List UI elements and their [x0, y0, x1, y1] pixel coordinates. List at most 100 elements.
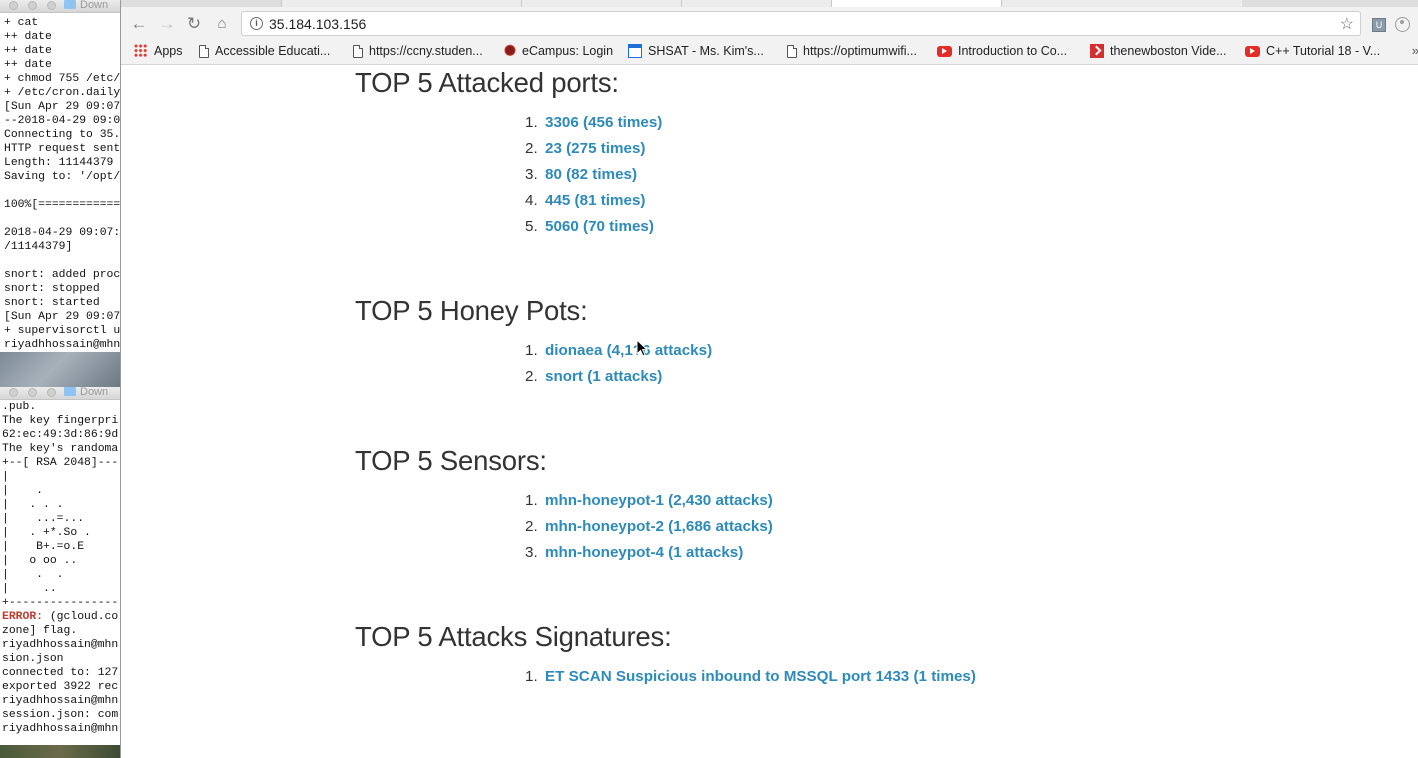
terminal-lines: .pub. The key fingerpri 62:ec:49:3d:86:9d T…: [2, 400, 120, 610]
bookmark-thenewboston[interactable]: thenewboston Vide...: [1090, 44, 1227, 58]
terminal-titlebar[interactable]: Down: [0, 387, 120, 400]
attack-signatures-list: 1. ET SCAN Suspicious inbound to MSSQL po…: [525, 664, 976, 690]
page-content: TOP 5 Attacked ports: 1. 3306 (456 times)…: [121, 65, 1418, 758]
bookmark-cpp-tutorial[interactable]: C++ Tutorial 18 - V...: [1245, 44, 1380, 58]
terminal-line: | ...=...: [2, 513, 85, 525]
section-title-honey-pots: TOP 5 Honey Pots:: [355, 295, 588, 326]
terminal-line: | . . .: [2, 499, 64, 511]
minimize-icon[interactable]: [28, 1, 37, 10]
sensor-link[interactable]: mhn-honeypot-2 (1,686 attacks): [545, 518, 773, 535]
bookmarks-overflow-button[interactable]: »: [1412, 43, 1418, 58]
terminal-window-bottom[interactable]: Down .pub. The key fingerpri 62:ec:49:3d:8…: [0, 387, 120, 745]
zoom-icon[interactable]: [47, 1, 56, 10]
page-icon: [199, 44, 209, 58]
terminal-line: ++ date: [4, 59, 52, 71]
terminal-line: + cat: [4, 17, 39, 29]
browser-toolbar: ← → ↻ ⌂ i 35.184.103.156 ☆ U: [121, 7, 1418, 40]
honeypot-link[interactable]: dionaea (4,1?6 attacks): [545, 342, 712, 359]
info-icon[interactable]: i: [250, 17, 263, 30]
port-link[interactable]: 23 (275 times): [545, 140, 645, 157]
back-arrow-icon[interactable]: ←: [129, 14, 149, 34]
port-link[interactable]: 3306 (456 times): [545, 114, 662, 131]
rank-number: 4.: [525, 192, 538, 209]
star-icon[interactable]: ☆: [1340, 14, 1354, 34]
honeypot-link[interactable]: snort (1 attacks): [545, 368, 662, 385]
rank-number: 1.: [525, 492, 538, 509]
rank-number: 3.: [525, 544, 538, 561]
browser-tab[interactable]: [281, 0, 522, 7]
browser-tab[interactable]: [1001, 0, 1242, 7]
ecampus-icon: [504, 44, 516, 58]
terminal-line: riyadhhossain@mhn: [2, 723, 119, 735]
attacked-ports-list: 1. 3306 (456 times) 2. 23 (275 times) 3. 80…: [525, 110, 662, 240]
list-item: 2. 23 (275 times): [525, 136, 662, 162]
terminal-error-line: ERROR: (gcloud.co: [2, 610, 120, 624]
list-item: 5. 5060 (70 times): [525, 214, 662, 240]
bookmark-introduction[interactable]: Introduction to Co...: [937, 44, 1067, 58]
port-link[interactable]: 5060 (70 times): [545, 218, 654, 235]
error-text: (gcloud.co: [43, 611, 119, 623]
zoom-icon[interactable]: [47, 388, 56, 397]
terminal-line: | . +*.So .: [2, 527, 91, 539]
list-item: 1. dionaea (4,1?6 attacks): [525, 338, 712, 364]
rank-number: 2.: [525, 140, 538, 157]
extension-icon[interactable]: U: [1372, 18, 1386, 32]
shsat-icon: [628, 44, 642, 58]
terminal-line: sion.json: [2, 653, 64, 665]
terminal-line: snort: started: [4, 297, 100, 309]
terminal-line: Length: 11144379: [4, 157, 114, 169]
port-link[interactable]: 445 (81 times): [545, 192, 645, 209]
terminal-line: + chmod 755 /etc/: [4, 73, 120, 85]
url-text[interactable]: 35.184.103.156: [269, 16, 366, 32]
terminal-title: Down: [64, 387, 108, 398]
bookmark-optimumwifi[interactable]: https://optimumwifi...: [787, 44, 917, 58]
list-item: 4. 445 (81 times): [525, 188, 662, 214]
close-icon[interactable]: [9, 388, 18, 397]
terminal-line: ++ date: [4, 45, 52, 57]
minimize-icon[interactable]: [28, 388, 37, 397]
terminal-titlebar[interactable]: Down: [0, 0, 120, 13]
rank-number: 1.: [525, 668, 538, 685]
terminal-line: --2018-04-29 09:0: [4, 115, 120, 127]
browser-tab[interactable]: [681, 0, 832, 7]
terminal-line: snort: added proc: [4, 269, 120, 281]
list-item: 1. 3306 (456 times): [525, 110, 662, 136]
rank-number: 3.: [525, 166, 538, 183]
terminal-line: riyadhhossain@mhn: [2, 639, 119, 651]
home-icon[interactable]: ⌂: [212, 14, 232, 34]
honey-pots-list: 1. dionaea (4,1?6 attacks) 2. snort (1 att…: [525, 338, 712, 390]
apps-grid-icon: [134, 44, 148, 58]
tab-strip[interactable]: [121, 0, 1418, 7]
port-link[interactable]: 80 (82 times): [545, 166, 637, 183]
forward-arrow-icon[interactable]: →: [157, 14, 177, 34]
bookmark-ccny[interactable]: https://ccny.studen...: [353, 44, 483, 58]
terminal-line: |: [2, 471, 9, 483]
browser-tab[interactable]: [521, 0, 682, 7]
terminal-line: /11144379]: [4, 241, 73, 253]
youtube-icon: [937, 45, 952, 57]
terminal-line: Connecting to 35.: [4, 129, 120, 141]
signature-link[interactable]: ET SCAN Suspicious inbound to MSSQL port…: [545, 668, 976, 685]
bookmark-shsat[interactable]: SHSAT - Ms. Kim's...: [628, 44, 764, 58]
profile-icon[interactable]: [1395, 17, 1410, 32]
page-icon: [787, 44, 797, 58]
terminal-line: ++ date: [4, 31, 52, 43]
terminal-line: The key fingerpri: [2, 415, 119, 427]
bookmark-accessible-education[interactable]: Accessible Educati...: [199, 44, 330, 58]
browser-tab-active[interactable]: [831, 0, 1002, 7]
close-icon[interactable]: [9, 1, 18, 10]
reload-icon[interactable]: ↻: [184, 14, 204, 34]
terminal-line: session.json: com: [2, 709, 119, 721]
address-bar[interactable]: i 35.184.103.156 ☆: [241, 11, 1361, 36]
list-item: 1. mhn-honeypot-1 (2,430 attacks): [525, 488, 773, 514]
sensor-link[interactable]: mhn-honeypot-1 (2,430 attacks): [545, 492, 773, 509]
bookmark-ecampus[interactable]: eCampus: Login: [504, 44, 613, 58]
folder-icon: [64, 0, 76, 9]
bookmark-apps[interactable]: Apps: [134, 44, 183, 58]
terminal-window-top[interactable]: Down + cat ++ date ++ date ++ date + chmod 7…: [0, 0, 120, 352]
list-item: 2. snort (1 attacks): [525, 364, 712, 390]
sensor-link[interactable]: mhn-honeypot-4 (1 attacks): [545, 544, 743, 561]
page-icon: [353, 44, 363, 58]
terminal-line: [Sun Apr 29 09:07: [4, 101, 120, 113]
